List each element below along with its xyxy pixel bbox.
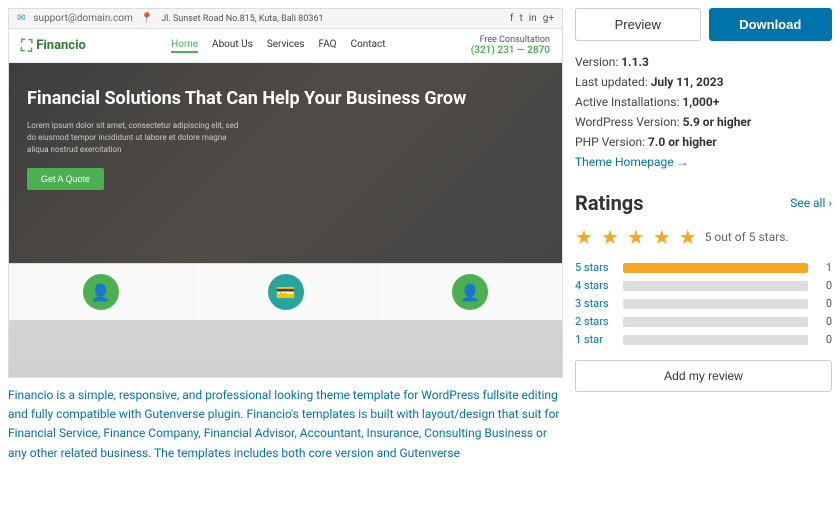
logo-text: Financio [36, 38, 86, 53]
linkedin-icon: in [529, 13, 537, 24]
ratings-section: Ratings See all › ★ ★ ★ ★ ★ 5 out of 5 s… [575, 191, 832, 392]
ratings-title: Ratings [575, 191, 644, 215]
rating-label-1[interactable]: 5 stars [575, 261, 615, 274]
rating-label-4[interactable]: 2 stars [575, 315, 615, 328]
logo-icon: ⛶ [21, 36, 32, 56]
hero-headline: Financial Solutions That Can Help Your B… [27, 87, 544, 110]
hero-body: Lorem ipsum dolor sit amet, consectetur … [27, 120, 247, 156]
last-updated-row: Last updated: July 11, 2023 [575, 75, 832, 89]
rating-track-5 [623, 335, 808, 345]
wp-version-row: WordPress Version: 5.9 or higher [575, 115, 832, 129]
consultation-label: Free Consultation [471, 35, 550, 45]
rating-bar-row-5: 1 star 0 [575, 333, 832, 346]
nav-about: About Us [212, 39, 253, 53]
rating-bar-row-3: 3 stars 0 [575, 297, 832, 310]
php-version-value: 7.0 or higher [648, 135, 717, 149]
star-5: ★ [679, 225, 697, 249]
active-installs-label: Active Installations: [575, 95, 679, 109]
main-layout: ✉ support@domain.com 📍 Jl. Sunset Road N… [0, 0, 840, 517]
bottom-card-2: 💳 [194, 264, 379, 320]
rating-fill-1 [623, 263, 808, 273]
rating-bar-row-4: 2 stars 0 [575, 315, 832, 328]
add-review-button[interactable]: Add my review [575, 360, 832, 392]
phone-number: (321) 231 — 2870 [471, 45, 550, 56]
rating-track-1 [623, 263, 808, 273]
card-icon-2: 💳 [268, 274, 304, 310]
rating-count-2: 0 [816, 279, 832, 292]
preview-button[interactable]: Preview [575, 8, 701, 41]
star-4: ★ [653, 225, 671, 249]
see-all-link[interactable]: See all › [790, 196, 832, 210]
right-panel: Preview Download Version: 1.1.3 Last upd… [575, 8, 832, 509]
card-icon-1: 👤 [83, 274, 119, 310]
nav-home: Home [171, 39, 198, 53]
rating-track-2 [623, 281, 808, 291]
bottom-card-3: 👤 [378, 264, 562, 320]
site-logo: ⛶ Financio [21, 36, 86, 56]
rating-bar-row-1: 5 stars 1 [575, 261, 832, 274]
theme-preview: ✉ support@domain.com 📍 Jl. Sunset Road N… [8, 8, 563, 378]
facebook-icon: f [510, 13, 513, 24]
download-button[interactable]: Download [709, 8, 833, 41]
fake-browser-bar: ✉ support@domain.com 📍 Jl. Sunset Road N… [9, 9, 562, 29]
header-location: Jl. Sunset Road No.815, Kuta, Bali 80361 [161, 14, 323, 24]
rating-track-4 [623, 317, 808, 327]
hero-cta-button[interactable]: Get A Quote [27, 168, 104, 190]
nav-services: Services [267, 39, 305, 53]
stars-summary-label: 5 out of 5 stars. [705, 230, 789, 244]
twitter-icon: t [519, 13, 522, 24]
card-icon-3: 👤 [452, 274, 488, 310]
php-version-row: PHP Version: 7.0 or higher [575, 135, 832, 149]
nav-contact: Contact [351, 39, 386, 53]
active-installs-row: Active Installations: 1,000+ [575, 95, 832, 109]
location-icon: 📍 [141, 13, 153, 24]
header-email: support@domain.com [33, 13, 132, 24]
stars-summary: ★ ★ ★ ★ ★ 5 out of 5 stars. [575, 225, 832, 249]
ratings-header: Ratings See all › [575, 191, 832, 215]
left-panel: ✉ support@domain.com 📍 Jl. Sunset Road N… [8, 8, 563, 509]
rating-count-1: 1 [816, 261, 832, 274]
nav-faq: FAQ [319, 39, 337, 53]
meta-info: Version: 1.1.3 Last updated: July 11, 20… [575, 55, 832, 169]
nav-links: Home About Us Services FAQ Contact [171, 39, 385, 53]
fake-nav: ⛶ Financio Home About Us Services FAQ Co… [9, 29, 562, 63]
last-updated-label: Last updated: [575, 75, 648, 89]
wp-version-label: WordPress Version: [575, 115, 680, 129]
rating-bar-row-2: 4 stars 0 [575, 279, 832, 292]
version-value: 1.1.3 [621, 55, 649, 69]
rating-bars: 5 stars 1 4 stars 0 3 stars 0 2 stars 0 1 star 0 [575, 261, 832, 346]
star-1: ★ [575, 225, 593, 249]
theme-description: Financio is a simple, responsive, and pr… [8, 386, 563, 463]
description-text: Financio is a simple, responsive, and pr… [8, 388, 559, 460]
email-icon: ✉ [17, 13, 25, 24]
star-3: ★ [627, 225, 645, 249]
theme-homepage-link[interactable]: Theme Homepage → [575, 155, 832, 169]
star-2: ★ [601, 225, 619, 249]
rating-label-5[interactable]: 1 star [575, 333, 615, 346]
rating-count-4: 0 [816, 315, 832, 328]
rating-label-3[interactable]: 3 stars [575, 297, 615, 310]
social-icons: f t in g+ [510, 13, 554, 24]
bottom-card-1: 👤 [9, 264, 194, 320]
last-updated-value: July 11, 2023 [651, 75, 724, 89]
consultation: Free Consultation (321) 231 — 2870 [471, 35, 550, 56]
action-buttons: Preview Download [575, 8, 832, 41]
google-icon: g+ [543, 13, 554, 24]
rating-count-3: 0 [816, 297, 832, 310]
rating-count-5: 0 [816, 333, 832, 346]
active-installs-value: 1,000+ [682, 95, 719, 109]
rating-track-3 [623, 299, 808, 309]
wp-version-value: 5.9 or higher [683, 115, 752, 129]
bottom-cards: 👤 💳 👤 [9, 263, 562, 320]
php-version-label: PHP Version: [575, 135, 645, 149]
version-label: Version: [575, 55, 618, 69]
rating-label-2[interactable]: 4 stars [575, 279, 615, 292]
version-row: Version: 1.1.3 [575, 55, 832, 69]
hero-section: Financial Solutions That Can Help Your B… [9, 63, 562, 263]
